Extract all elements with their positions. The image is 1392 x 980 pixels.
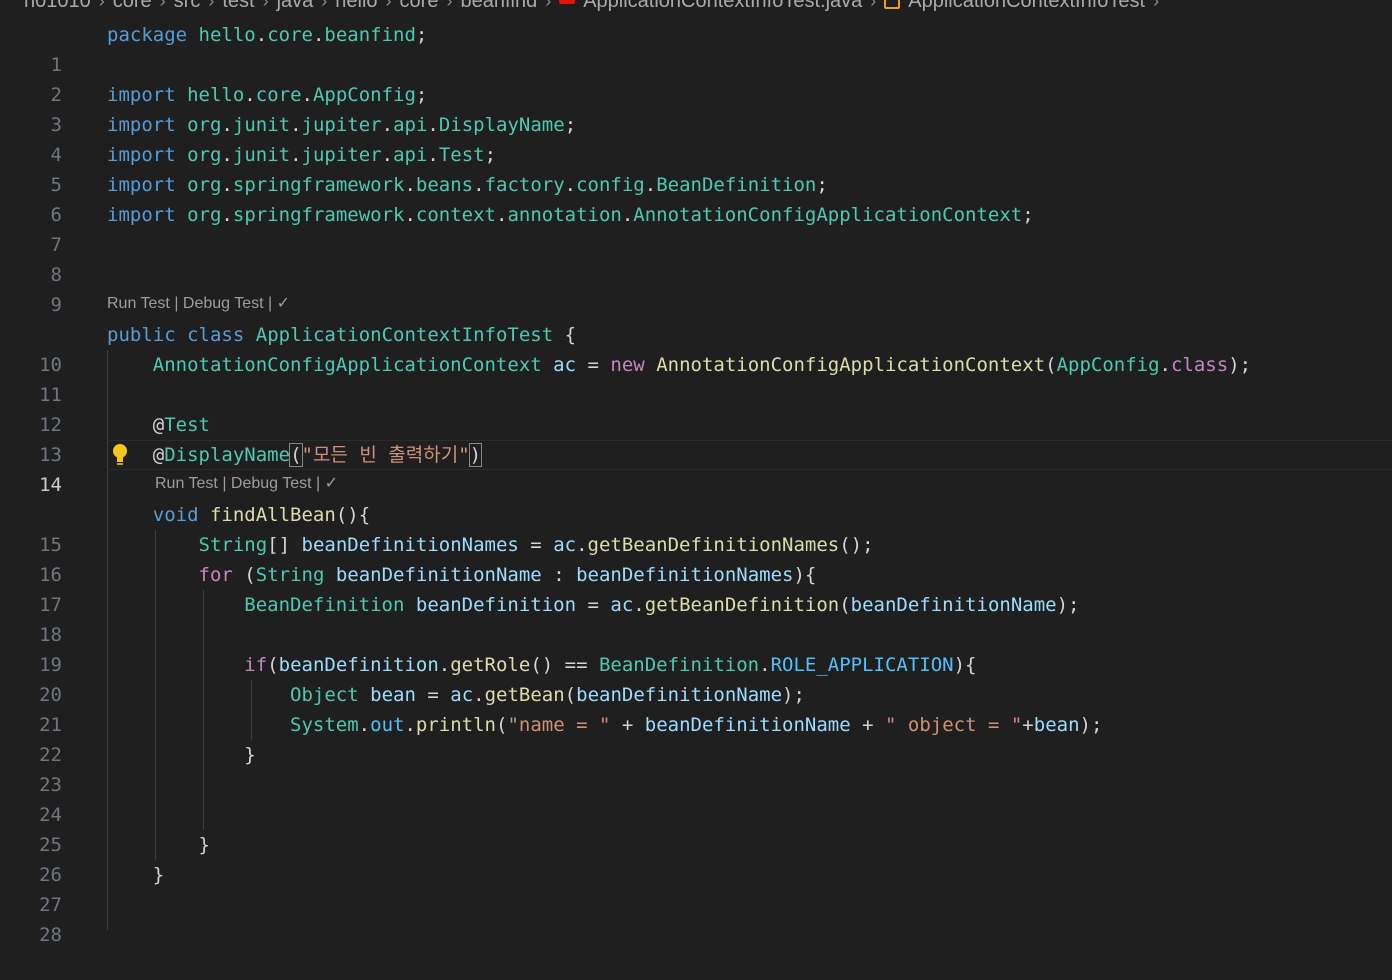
code-line: 18 BeanDefinition beanDefinition = ac.ge… xyxy=(0,590,1079,646)
code-line: 28 xyxy=(0,890,62,946)
code-line: 2 xyxy=(0,50,62,106)
chevron-right-icon: › xyxy=(159,0,166,11)
code-line: 4 import org.junit.jupiter.api.DisplayNa… xyxy=(0,110,577,166)
chevron-right-icon: › xyxy=(870,0,877,11)
code-line: 13 @Test xyxy=(0,410,210,466)
code-line: 15 void findAllBean(){ xyxy=(0,500,370,556)
breadcrumb-item[interactable]: hello xyxy=(335,0,377,13)
code-line: 7 import org.springframework.context.ann… xyxy=(0,200,1034,256)
codelens: Run Test | Debug Test | ✓ xyxy=(107,295,291,312)
chevron-right-icon: › xyxy=(262,0,269,11)
java-file-icon xyxy=(559,0,576,4)
breadcrumb-item[interactable]: test xyxy=(222,0,254,13)
code-line: 8 xyxy=(0,230,62,286)
breadcrumb-item[interactable]: beanfind xyxy=(460,0,537,13)
debug-test-link[interactable]: Debug Test xyxy=(183,295,264,312)
code-line-active: 14 @DisplayName("모든 빈 출력하기") xyxy=(0,440,483,496)
check-icon: ✓ xyxy=(276,295,291,312)
code-line: 27 } xyxy=(0,860,164,916)
chevron-right-icon: › xyxy=(321,0,328,11)
breadcrumb-item[interactable]: java xyxy=(277,0,314,13)
code-line: 26 } xyxy=(0,830,210,886)
code-line: 11 AnnotationConfigApplicationContext ac… xyxy=(0,350,1251,406)
line-number: 9 xyxy=(50,294,62,316)
breadcrumb-symbol[interactable]: ApplicationContextInfoTest xyxy=(908,0,1145,13)
code-line: 12 xyxy=(0,380,62,436)
check-icon: ✓ xyxy=(324,475,339,492)
line-number: 14 xyxy=(39,474,62,496)
breadcrumb-item[interactable]: h01010 xyxy=(24,0,91,13)
chevron-right-icon: › xyxy=(98,0,105,11)
code-line: 9 xyxy=(0,260,62,316)
line-number: 28 xyxy=(39,924,62,946)
code-line: 20 if(beanDefinition.getRole() == BeanDe… xyxy=(0,650,976,706)
run-test-link[interactable]: Run Test xyxy=(155,475,218,492)
debug-test-link[interactable]: Debug Test xyxy=(231,475,312,492)
chevron-right-icon: › xyxy=(208,0,215,11)
code-line: 17 for (String beanDefinitionName : bean… xyxy=(0,560,816,616)
code-line: 3 import hello.core.AppConfig; xyxy=(0,80,428,136)
breadcrumb: h01010 › core › src › test › java › hello › co… xyxy=(24,0,1167,12)
code-line: 16 String[] beanDefinitionNames = ac.get… xyxy=(0,530,873,586)
codelens: Run Test | Debug Test | ✓ xyxy=(155,475,339,492)
breadcrumb-item[interactable]: src xyxy=(174,0,201,13)
lightbulb-icon[interactable] xyxy=(110,442,130,468)
run-test-link[interactable]: Run Test xyxy=(107,295,170,312)
code-line: 6 import org.springframework.beans.facto… xyxy=(0,170,828,226)
chevron-right-icon: › xyxy=(385,0,392,11)
code-line: 10 public class ApplicationContextInfoTe… xyxy=(0,320,576,376)
breadcrumb-item[interactable]: core xyxy=(113,0,152,13)
breadcrumb-file[interactable]: ApplicationContextInfoTest.java xyxy=(583,0,862,13)
code-line: 25 xyxy=(0,800,62,856)
code-line: 19 xyxy=(0,620,62,676)
code-line: 5 import org.junit.jupiter.api.Test; xyxy=(0,140,497,196)
code-line: 24 xyxy=(0,770,62,826)
breadcrumb-item[interactable]: core xyxy=(400,0,439,13)
chevron-right-icon: › xyxy=(446,0,453,11)
code-line: 23 } xyxy=(0,740,256,796)
chevron-right-icon: › xyxy=(545,0,552,11)
code-line: 22 System.out.println("name = " + beanDe… xyxy=(0,710,1102,766)
chevron-right-icon: › xyxy=(1153,0,1160,11)
code-line: 1 package hello.core.beanfind; xyxy=(0,20,428,76)
code-line: 21 Object bean = ac.getBean(beanDefiniti… xyxy=(0,680,805,736)
class-symbol-icon xyxy=(884,0,901,9)
